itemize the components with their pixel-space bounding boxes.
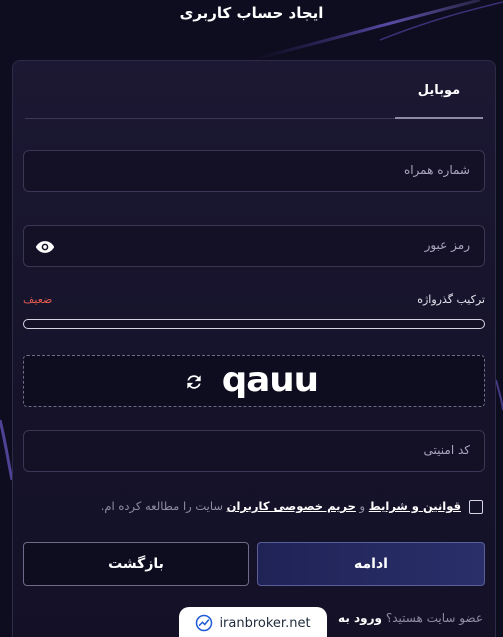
terms-text: قوانین و شرایط و حریم خصوصی کاربران سایت… (101, 499, 461, 513)
watermark-text: iranbroker.net (219, 615, 311, 631)
phone-field[interactable]: شماره همراه (23, 150, 485, 192)
tab-bar: موبایل (25, 61, 483, 119)
terms-checkbox[interactable] (469, 500, 483, 514)
continue-button[interactable]: ادامه (257, 542, 485, 586)
strength-bar (23, 319, 485, 329)
security-code-placeholder: کد امنیتی (423, 443, 470, 457)
refresh-icon[interactable] (184, 372, 204, 392)
chart-logo-icon (196, 614, 213, 632)
password-field[interactable]: رمز عبور (23, 225, 485, 267)
terms-suffix: سایت را مطالعه کرده ام. (100, 499, 223, 513)
terms-row: قوانین و شرایط و حریم خصوصی کاربران سایت… (23, 499, 485, 519)
member-row: عضو سایت هستید؟ ورود به (338, 611, 483, 625)
phone-placeholder: شماره همراه (403, 163, 470, 177)
password-strength-row: ترکیب گذرواژه ضعیف (23, 293, 485, 311)
member-question: عضو سایت هستید؟ (385, 611, 483, 625)
terms-link[interactable]: قوانین و شرایط (369, 499, 461, 513)
security-code-field[interactable]: کد امنیتی (23, 430, 485, 472)
strength-label: ترکیب گذرواژه (417, 293, 485, 306)
watermark: iranbroker.net (179, 607, 327, 637)
captcha-code: qauu (221, 360, 319, 400)
back-button[interactable]: بازگشت (23, 542, 249, 586)
password-placeholder: رمز عبور (424, 238, 470, 252)
strength-value: ضعیف (23, 293, 53, 306)
captcha-box: qauu (23, 355, 485, 407)
terms-and: و (359, 499, 366, 513)
page-title: ایجاد حساب کاربری (179, 4, 324, 22)
privacy-link[interactable]: حریم خصوصی کاربران (227, 499, 356, 513)
register-card: موبایل شماره همراه رمز عبور ترکیب گذرواژ… (12, 60, 496, 637)
eye-icon[interactable] (34, 237, 56, 257)
tab-mobile[interactable]: موبایل (395, 83, 483, 119)
login-link[interactable]: ورود به (338, 611, 382, 625)
